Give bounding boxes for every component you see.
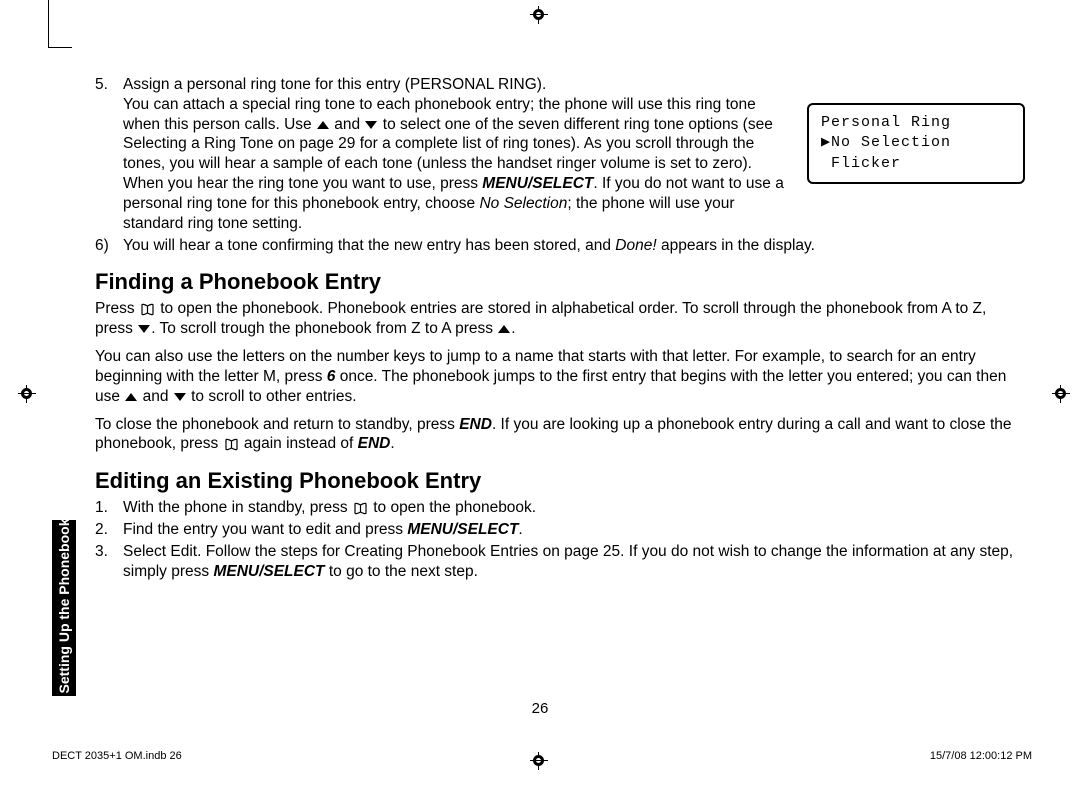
key-label: MENU/SELECT [407,521,518,538]
option-label: No Selection [479,195,567,212]
finding-para-1: Press to open the phonebook. Phonebook e… [95,299,1025,339]
phonebook-icon [354,502,367,515]
registration-mark-right [1052,385,1070,403]
registration-mark-left [18,385,36,403]
text: and [330,116,364,133]
status-label: Done! [615,237,656,254]
footer: DECT 2035+1 OM.indb 26 15/7/08 12:00:12 … [52,750,1032,762]
key-label: MENU/SELECT [213,563,324,580]
text: Press [95,300,139,317]
edit-step-2: 2. Find the entry you want to edit and p… [95,520,1025,540]
footer-file: DECT 2035+1 OM.indb 26 [52,750,182,762]
step-number: 2. [95,520,123,540]
step-text: You will hear a tone confirming that the… [123,236,1025,256]
text: again instead of [240,435,358,452]
page-body: Personal Ring ▶No Selection Flicker 5. A… [95,75,1025,594]
text: . [390,435,394,452]
section-tab-label: Setting Up the Phonebook [56,518,72,694]
text: You will hear a tone confirming that the… [123,237,615,254]
page-number: 26 [0,700,1080,717]
text: appears in the display. [657,237,815,254]
finding-para-2: You can also use the letters on the numb… [95,347,1025,406]
step-6: 6) You will hear a tone confirming that … [95,236,1025,256]
edit-step-3: 3. Select Edit. Follow the steps for Cre… [95,542,1025,582]
down-arrow-icon [365,121,377,129]
registration-mark-top [530,6,548,24]
lcd-screen: Personal Ring ▶No Selection Flicker [807,103,1025,184]
text: . [511,320,515,337]
phonebook-icon [141,303,154,316]
lcd-line-3: Flicker [821,154,1011,174]
crop-mark-corner [48,0,72,48]
step-number: 5. [95,75,123,234]
text: To close the phonebook and return to sta… [95,416,459,433]
footer-timestamp: 15/7/08 12:00:12 PM [930,750,1032,762]
text: Find the entry you want to edit and pres… [123,521,407,538]
phonebook-icon [225,438,238,451]
key-label: MENU/SELECT [482,175,593,192]
up-arrow-icon [125,393,137,401]
heading-editing: Editing an Existing Phonebook Entry [95,468,1025,494]
editing-steps: 1. With the phone in standby, press to o… [95,498,1025,581]
step-text: Find the entry you want to edit and pres… [123,520,1025,540]
step-text: Select Edit. Follow the steps for Creati… [123,542,1025,582]
text: and [138,388,172,405]
lcd-line-2: ▶No Selection [821,133,1011,153]
lcd-line-1: Personal Ring [821,113,1011,133]
key-label: END [358,435,391,452]
key-label: END [459,416,492,433]
text: . [518,521,522,538]
finding-para-3: To close the phonebook and return to sta… [95,415,1025,455]
step-number: 1. [95,498,123,518]
step-lead: Assign a personal ring tone for this ent… [123,76,546,93]
step-text: Assign a personal ring tone for this ent… [123,75,789,234]
text: to open the phonebook. [369,499,536,516]
down-arrow-icon [138,325,150,333]
up-arrow-icon [317,121,329,129]
text: to scroll to other entries. [187,388,357,405]
text: With the phone in standby, press [123,499,352,516]
text: to go to the next step. [325,563,478,580]
heading-finding: Finding a Phonebook Entry [95,269,1025,295]
edit-step-1: 1. With the phone in standby, press to o… [95,498,1025,518]
section-tab: Setting Up the Phonebook [52,520,76,696]
step-text: With the phone in standby, press to open… [123,498,1025,518]
down-arrow-icon [174,393,186,401]
step-number: 6) [95,236,123,256]
step-number: 3. [95,542,123,582]
text: . To scroll trough the phonebook from Z … [151,320,497,337]
up-arrow-icon [498,325,510,333]
